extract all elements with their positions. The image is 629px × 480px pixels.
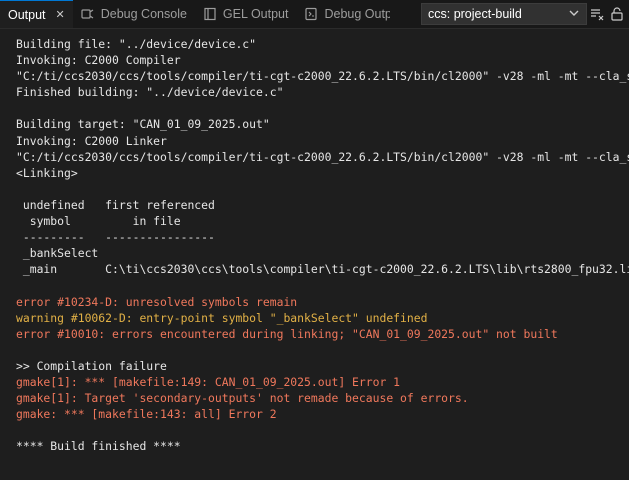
console-line: error #10010: errors encountered during … [16, 326, 558, 341]
chevron-down-icon [568, 7, 580, 22]
console-line: Building target: "CAN_01_09_2025.out" [16, 117, 270, 132]
console-line: _bankSelect [16, 246, 99, 261]
tab-gel-output[interactable]: GEL Output [195, 0, 297, 28]
panel-actions [589, 4, 625, 24]
console-line: "C:/ti/ccs2030/ccs/tools/compiler/ti-cgt… [16, 149, 629, 164]
console-line: >> Compilation failure [16, 358, 167, 373]
clear-output-icon[interactable] [589, 4, 605, 24]
tab-output-label: Output [8, 7, 46, 22]
console-line: _main C:\ti\ccs2030\ccs\tools\compiler\t… [16, 262, 629, 277]
tab-output[interactable]: Output ✕ [0, 0, 73, 28]
tab-gel-output-label: GEL Output [222, 7, 289, 21]
console-line: undefined first referenced [16, 197, 215, 212]
console-line: symbol in file [16, 214, 181, 229]
tab-debug-console[interactable]: Debug Console [73, 0, 195, 28]
console-line: error #10234-D: unresolved symbols remai… [16, 294, 298, 309]
output-channel-value: ccs: project-build [428, 7, 522, 21]
tab-debug-output-label: Debug Outp [324, 7, 391, 21]
console-line: gmake[1]: *** [makefile:149: CAN_01_09_2… [16, 374, 401, 389]
gel-output-icon [203, 7, 217, 21]
console-line: "C:/ti/ccs2030/ccs/tools/compiler/ti-cgt… [16, 69, 629, 84]
console-line: Invoking: C2000 Linker [16, 133, 167, 148]
debug-output-icon [304, 7, 318, 21]
lock-scroll-icon[interactable] [609, 4, 625, 24]
console-line: **** Build finished **** [16, 439, 181, 454]
console-line: Finished building: "../device/device.c" [16, 85, 284, 100]
output-console[interactable]: Building file: "../device/device.c" Invok… [16, 36, 629, 476]
console-line: gmake: *** [makefile:143: all] Error 2 [16, 407, 277, 422]
debug-console-icon [81, 7, 95, 21]
tab-debug-console-label: Debug Console [100, 7, 187, 21]
output-channel-select[interactable]: ccs: project-build [421, 3, 587, 25]
console-line: Invoking: C2000 Compiler [16, 53, 181, 68]
console-line: warning #10062-D: entry-point symbol "_b… [16, 310, 428, 325]
console-line: Building file: "../device/device.c" [16, 37, 257, 51]
tab-debug-output[interactable]: Debug Outp [296, 0, 390, 28]
console-line: gmake[1]: Target 'secondary-outputs' not… [16, 391, 469, 406]
close-icon[interactable]: ✕ [56, 8, 65, 21]
console-line: --------- ---------------- [16, 230, 215, 245]
console-line: <Linking> [16, 165, 78, 180]
